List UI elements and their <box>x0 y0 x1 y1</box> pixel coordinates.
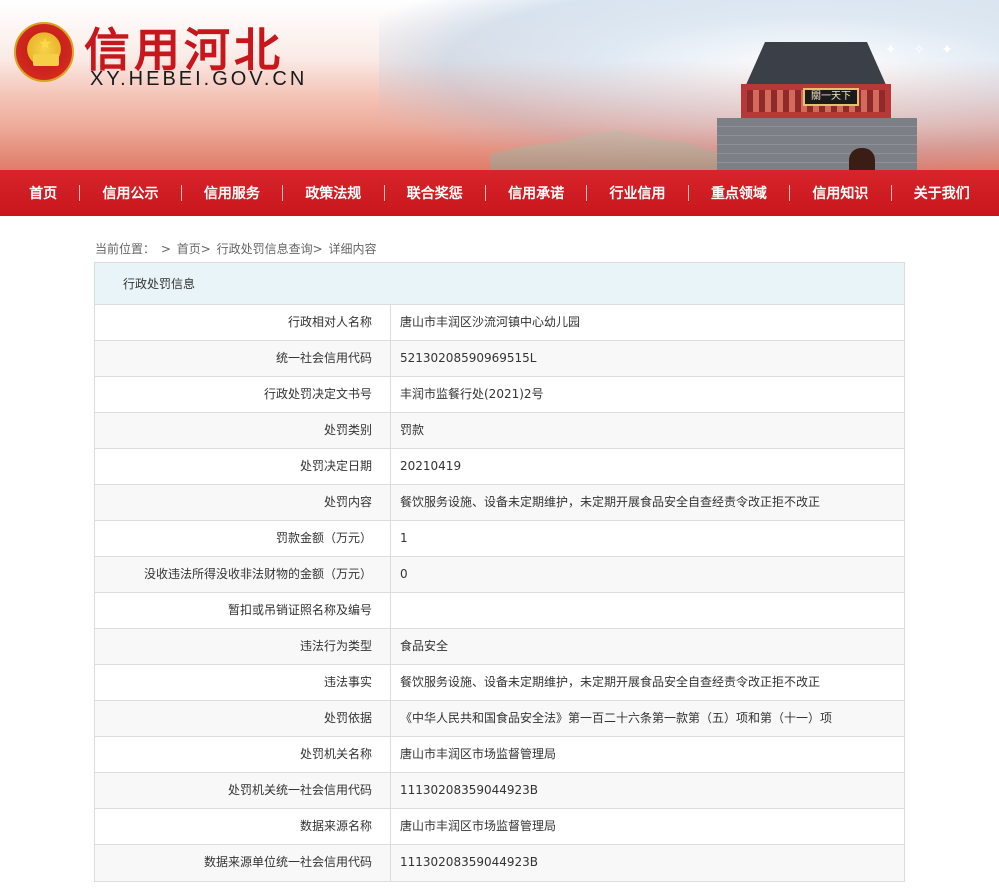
nav-item-credit-service[interactable]: 信用服务 <box>204 183 260 203</box>
nav-item-credit-knowledge[interactable]: 信用知识 <box>812 183 868 203</box>
table-row: 处罚内容 餐饮服务设施、设备未定期维护，未定期开展食品安全自查经责令改正拒不改正 <box>95 485 904 521</box>
table-row: 数据来源名称 唐山市丰润区市场监督管理局 <box>95 809 904 845</box>
row-label: 处罚内容 <box>95 485 391 520</box>
nav-item-joint-reward[interactable]: 联合奖惩 <box>407 183 463 203</box>
nav-divider <box>180 185 182 201</box>
row-value: 唐山市丰润区市场监督管理局 <box>400 819 557 833</box>
row-label: 统一社会信用代码 <box>95 341 391 376</box>
table-row: 违法行为类型 食品安全 <box>95 629 904 665</box>
panel-title: 行政处罚信息 <box>95 263 904 305</box>
table-row: 处罚依据 《中华人民共和国食品安全法》第一百二十六条第一款第（五）项和第（十一）项 <box>95 701 904 737</box>
row-value: 食品安全 <box>400 639 449 653</box>
gate-tower-image: 關一天下 <box>711 32 921 170</box>
row-value: 11130208359044923B <box>400 855 539 869</box>
row-label: 处罚依据 <box>95 701 391 736</box>
table-row: 处罚类别 罚款 <box>95 413 904 449</box>
table-row: 处罚决定日期 20210419 <box>95 449 904 485</box>
row-label: 暂扣或吊销证照名称及编号 <box>95 593 391 628</box>
nav-item-home[interactable]: 首页 <box>29 183 57 203</box>
nav-item-key-areas[interactable]: 重点领域 <box>711 183 767 203</box>
row-label: 违法事实 <box>95 665 391 700</box>
row-label: 处罚类别 <box>95 413 391 448</box>
nav-item-policy[interactable]: 政策法规 <box>305 183 361 203</box>
nav-item-industry-credit[interactable]: 行业信用 <box>610 183 666 203</box>
row-value: 餐饮服务设施、设备未定期维护，未定期开展食品安全自查经责令改正拒不改正 <box>400 675 821 689</box>
row-value: 唐山市丰润区市场监督管理局 <box>400 747 557 761</box>
table-row: 处罚机关统一社会信用代码 11130208359044923B <box>95 773 904 809</box>
breadcrumb: 当前位置： > 首页> 行政处罚信息查询> 详细内容 <box>95 240 379 257</box>
row-value: 唐山市丰润区沙流河镇中心幼儿园 <box>400 315 581 329</box>
nav-divider <box>484 185 486 201</box>
national-emblem-icon: ★ <box>14 22 74 82</box>
detail-table: 行政相对人名称 唐山市丰润区沙流河镇中心幼儿园 统一社会信用代码 521302085… <box>95 305 904 881</box>
table-row: 违法事实 餐饮服务设施、设备未定期维护，未定期开展食品安全自查经责令改正拒不改正 <box>95 665 904 701</box>
row-label: 没收违法所得没收非法财物的金额（万元） <box>95 557 391 592</box>
breadcrumb-separator: > <box>160 242 171 256</box>
table-row: 数据来源单位统一社会信用代码 11130208359044923B <box>95 845 904 881</box>
breadcrumb-current: 详细内容 <box>328 242 377 256</box>
table-row: 处罚机关名称 唐山市丰润区市场监督管理局 <box>95 737 904 773</box>
table-row: 行政相对人名称 唐山市丰润区沙流河镇中心幼儿园 <box>95 305 904 341</box>
table-row: 罚款金额（万元） 1 <box>95 521 904 557</box>
row-value: 《中华人民共和国食品安全法》第一百二十六条第一款第（五）项和第（十一）项 <box>400 711 833 725</box>
breadcrumb-label: 当前位置： <box>95 242 156 256</box>
main-nav: 首页 信用公示 信用服务 政策法规 联合奖惩 信用承诺 行业信用 重点领域 信用… <box>0 170 999 216</box>
row-value: 20210419 <box>400 459 462 473</box>
nav-divider <box>282 185 284 201</box>
nav-item-credit-publicity[interactable]: 信用公示 <box>103 183 159 203</box>
breadcrumb-home-link[interactable]: 首页> <box>177 242 211 256</box>
nav-divider <box>890 185 892 201</box>
row-label: 处罚机关统一社会信用代码 <box>95 773 391 808</box>
table-row: 统一社会信用代码 52130208590969515L <box>95 341 904 377</box>
site-logo-domain: XY.HEBEI.GOV.CN <box>90 68 308 90</box>
row-value: 11130208359044923B <box>400 783 539 797</box>
row-value: 餐饮服务设施、设备未定期维护，未定期开展食品安全自查经责令改正拒不改正 <box>400 495 821 509</box>
row-value <box>391 593 904 628</box>
row-value: 0 <box>400 567 408 581</box>
breadcrumb-query-link[interactable]: 行政处罚信息查询> <box>217 242 323 256</box>
row-label: 处罚机关名称 <box>95 737 391 772</box>
nav-divider <box>79 185 81 201</box>
row-label: 数据来源单位统一社会信用代码 <box>95 845 391 881</box>
row-value: 罚款 <box>400 423 425 437</box>
row-label: 行政相对人名称 <box>95 305 391 340</box>
tower-sign: 關一天下 <box>803 88 859 106</box>
table-row: 暂扣或吊销证照名称及编号 <box>95 593 904 629</box>
row-label: 违法行为类型 <box>95 629 391 664</box>
nav-item-about-us[interactable]: 关于我们 <box>914 183 970 203</box>
table-row: 没收违法所得没收非法财物的金额（万元） 0 <box>95 557 904 593</box>
row-value: 52130208590969515L <box>400 351 537 365</box>
row-label: 行政处罚决定文书号 <box>95 377 391 412</box>
nav-item-credit-promise[interactable]: 信用承诺 <box>508 183 564 203</box>
nav-divider <box>586 185 588 201</box>
row-value: 丰润市监餐行处(2021)2号 <box>400 387 544 401</box>
row-label: 数据来源名称 <box>95 809 391 844</box>
row-label: 处罚决定日期 <box>95 449 391 484</box>
penalty-detail-panel: 行政处罚信息 行政相对人名称 唐山市丰润区沙流河镇中心幼儿园 统一社会信用代码 52… <box>94 262 905 882</box>
row-value: 1 <box>400 531 408 545</box>
nav-divider <box>789 185 791 201</box>
nav-divider <box>687 185 689 201</box>
table-row: 行政处罚决定文书号 丰润市监餐行处(2021)2号 <box>95 377 904 413</box>
nav-divider <box>383 185 385 201</box>
header-banner: ★ 信用河北 XY.HEBEI.GOV.CN ✦ ✧ ✦ 關一天下 <box>0 0 999 170</box>
row-label: 罚款金额（万元） <box>95 521 391 556</box>
